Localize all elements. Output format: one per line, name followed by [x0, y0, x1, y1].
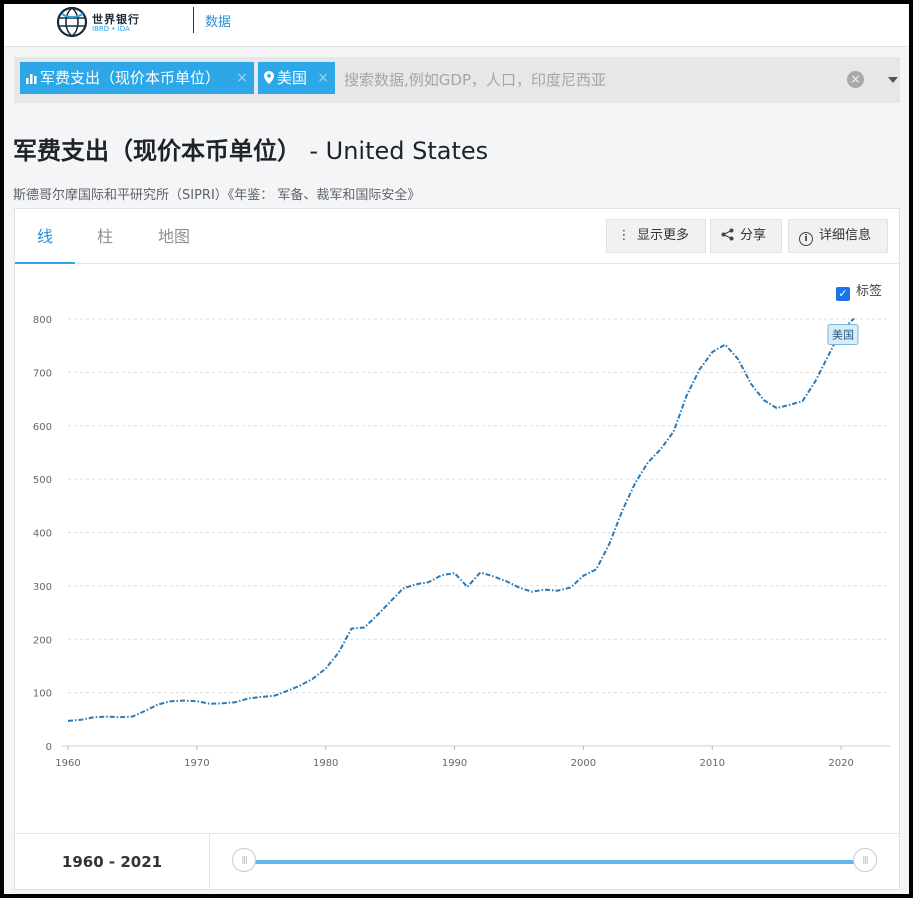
search-input[interactable]: 搜索数据,例如GDP，人口，印度尼西亚	[344, 69, 606, 90]
y-tick-label: 600	[33, 422, 52, 433]
y-tick-label: 200	[33, 635, 52, 646]
line-chart: 0 100 200 300 400 500 600 700 800 1960 1970 1980 199…	[33, 315, 890, 769]
range-start-handle[interactable]: |||	[232, 848, 256, 872]
location-pin-icon	[264, 71, 274, 84]
country-chip-remove-icon[interactable]: ×	[317, 62, 329, 94]
x-tick-label: 2000	[571, 758, 596, 769]
y-tick-label: 0	[46, 742, 52, 753]
y-tick-label: 500	[33, 475, 52, 486]
range-start: 1960	[61, 853, 104, 871]
year-range-label: 1960 - 2021	[15, 834, 210, 890]
range-slider-track[interactable]	[245, 860, 867, 864]
y-tick-label: 700	[33, 368, 52, 379]
indicator-chip-remove-icon[interactable]: ×	[236, 62, 248, 94]
app-frame: 世界银行 IBRD • IDA 数据 军费支出（现价本币单位） × 美国 × 搜…	[4, 4, 909, 894]
clear-search-icon[interactable]: ×	[847, 71, 864, 88]
header-divider	[193, 7, 194, 33]
bar-chart-icon	[26, 74, 37, 84]
y-tick-label: 100	[33, 689, 52, 700]
nav-data-link[interactable]: 数据	[205, 11, 231, 30]
range-end-handle[interactable]: |||	[853, 848, 877, 872]
world-bank-globe-icon[interactable]	[56, 6, 88, 38]
x-tick-label: 1980	[313, 758, 338, 769]
indicator-title: 军费支出（现价本币单位）	[13, 137, 301, 165]
x-tick-label: 1990	[442, 758, 467, 769]
y-tick-label: 400	[33, 529, 52, 540]
y-tick-label: 800	[33, 315, 52, 326]
chart-panel: 线 柱 地图 ⋮ 显示更多 分享 i 详细信息 ✓ 标签 0 100 200 300 400 5…	[14, 208, 900, 890]
range-separator: -	[103, 853, 121, 871]
x-tick-label: 1970	[184, 758, 209, 769]
data-source[interactable]: 斯德哥尔摩国际和平研究所（SIPRI）《年鉴： 军备、裁军和国际安全》	[13, 184, 420, 203]
range-end: 2021	[120, 853, 163, 871]
country-chip[interactable]: 美国 ×	[258, 62, 335, 94]
top-header: 世界银行 IBRD • IDA 数据	[4, 4, 909, 47]
y-tick-label: 300	[33, 582, 52, 593]
series-line-united-states	[67, 317, 855, 722]
x-tick-label: 2020	[828, 758, 853, 769]
search-bar[interactable]: 军费支出（现价本币单位） × 美国 × 搜索数据,例如GDP，人口，印度尼西亚 …	[14, 57, 900, 103]
country-chip-label: 美国	[277, 69, 308, 87]
x-tick-label: 1960	[55, 758, 80, 769]
brand-name-en: IBRD • IDA	[92, 25, 130, 33]
year-range: 1960 - 2021 ||| |||	[15, 833, 899, 890]
x-tick-label: 2010	[700, 758, 725, 769]
series-end-label: 美国	[832, 328, 854, 341]
dropdown-caret-icon[interactable]	[888, 77, 898, 83]
indicator-chip[interactable]: 军费支出（现价本币单位） ×	[20, 62, 254, 94]
indicator-chip-label: 军费支出（现价本币单位）	[40, 69, 221, 87]
country-title: - United States	[309, 137, 489, 165]
page-title: 军费支出（现价本币单位） - United States	[13, 131, 488, 166]
